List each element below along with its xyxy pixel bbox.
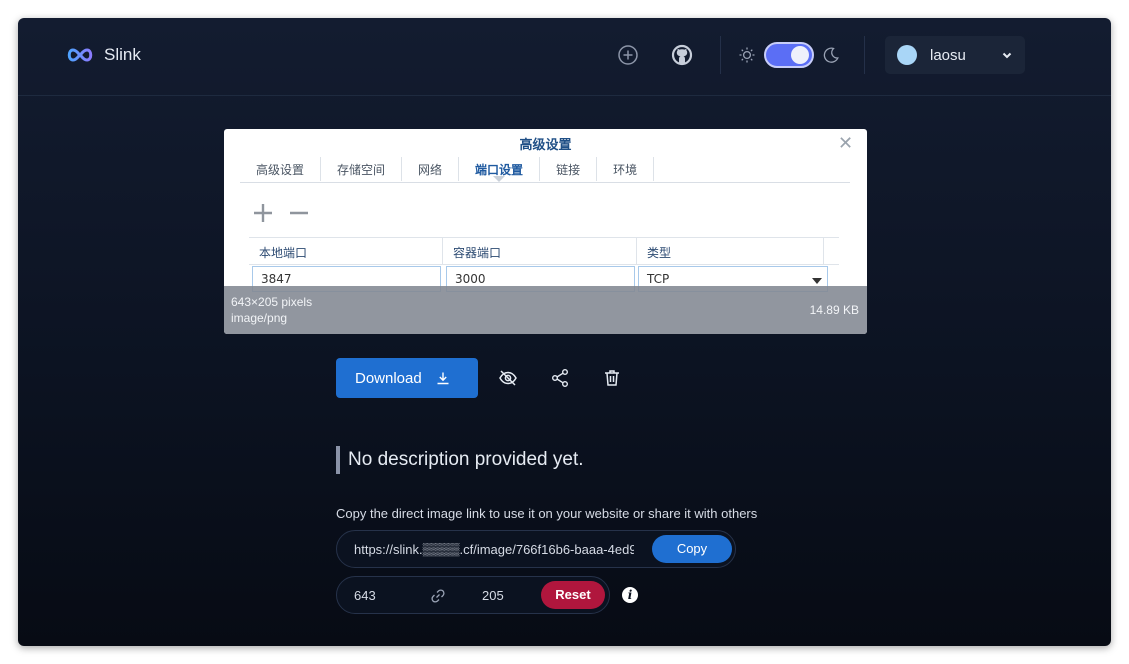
image-link-field: https://slink.▒▒▒▒.cf/image/766f16b6-baa… (336, 530, 736, 568)
sun-icon (739, 47, 755, 63)
header-divider (864, 36, 865, 74)
delete-button[interactable] (602, 368, 622, 388)
app-window: Slink laosu 高级设置 ✕ 高级设置 存储空间 网络 端口设置 链接 … (18, 18, 1111, 646)
column-header: 类型 (637, 238, 824, 264)
infinity-logo-icon (67, 48, 93, 62)
image-mime: image/png (231, 311, 288, 325)
column-header: 容器端口 (443, 238, 637, 264)
toggle-knob (791, 46, 809, 64)
plus-circle-icon (618, 45, 638, 65)
image-dimensions: 643×205 pixels (231, 295, 313, 309)
column-header: 本地端口 (249, 238, 443, 264)
close-icon: ✕ (838, 133, 854, 154)
resize-controls: 643 205 Reset (336, 576, 610, 614)
toggle-visibility-button[interactable] (498, 368, 518, 388)
user-menu[interactable]: laosu (885, 36, 1025, 74)
width-input[interactable]: 643 (354, 588, 376, 603)
type-value: TCP (647, 272, 670, 286)
github-icon (671, 44, 693, 66)
link-icon[interactable] (430, 588, 446, 604)
image-info-overlay: 643×205 pixels image/png 14.89 KB (224, 286, 867, 334)
tab-storage: 存储空间 (321, 157, 403, 181)
theme-switcher (738, 42, 840, 68)
eye-off-icon (499, 370, 517, 386)
height-input[interactable]: 205 (482, 588, 504, 603)
tab-port-settings: 端口设置 (459, 157, 541, 182)
tab-environment: 环境 (597, 157, 655, 181)
trash-icon (605, 370, 619, 386)
dialog-tabs: 高级设置 存储空间 网络 端口设置 链接 环境 (240, 157, 850, 183)
header-divider (720, 36, 721, 74)
brand-link[interactable]: Slink (65, 44, 141, 66)
port-table-header: 本地端口 容器端口 类型 (249, 237, 839, 265)
moon-icon (823, 47, 839, 63)
share-icon (552, 369, 568, 387)
github-button[interactable] (670, 43, 694, 67)
plus-icon (254, 204, 272, 222)
avatar (897, 45, 917, 65)
dialog-title: 高级设置 (519, 138, 572, 153)
download-label: Download (355, 369, 422, 387)
image-link-input[interactable]: https://slink.▒▒▒▒.cf/image/766f16b6-baa… (354, 542, 634, 557)
info-icon[interactable]: i (622, 587, 638, 603)
upload-button[interactable] (616, 43, 640, 67)
top-navbar: Slink laosu (18, 18, 1111, 96)
copy-button[interactable]: Copy (652, 535, 732, 563)
reset-button[interactable]: Reset (541, 581, 605, 609)
tab-network: 网络 (402, 157, 460, 181)
tab-links: 链接 (540, 157, 598, 181)
download-button[interactable]: Download (336, 358, 478, 398)
image-size: 14.89 KB (809, 303, 859, 317)
copy-hint: Copy the direct image link to use it on … (336, 506, 758, 521)
image-description: No description provided yet. (336, 446, 584, 474)
dark-mode-toggle[interactable] (764, 42, 814, 68)
image-preview[interactable]: 高级设置 ✕ 高级设置 存储空间 网络 端口设置 链接 环境 本地端口 容器端口… (224, 129, 867, 334)
username: laosu (930, 46, 966, 64)
share-button[interactable] (550, 368, 570, 388)
chevron-down-icon (1002, 52, 1012, 59)
minus-icon (290, 211, 308, 215)
brand-name: Slink (104, 45, 141, 64)
tab-advanced: 高级设置 (240, 157, 322, 181)
download-icon (437, 372, 449, 385)
